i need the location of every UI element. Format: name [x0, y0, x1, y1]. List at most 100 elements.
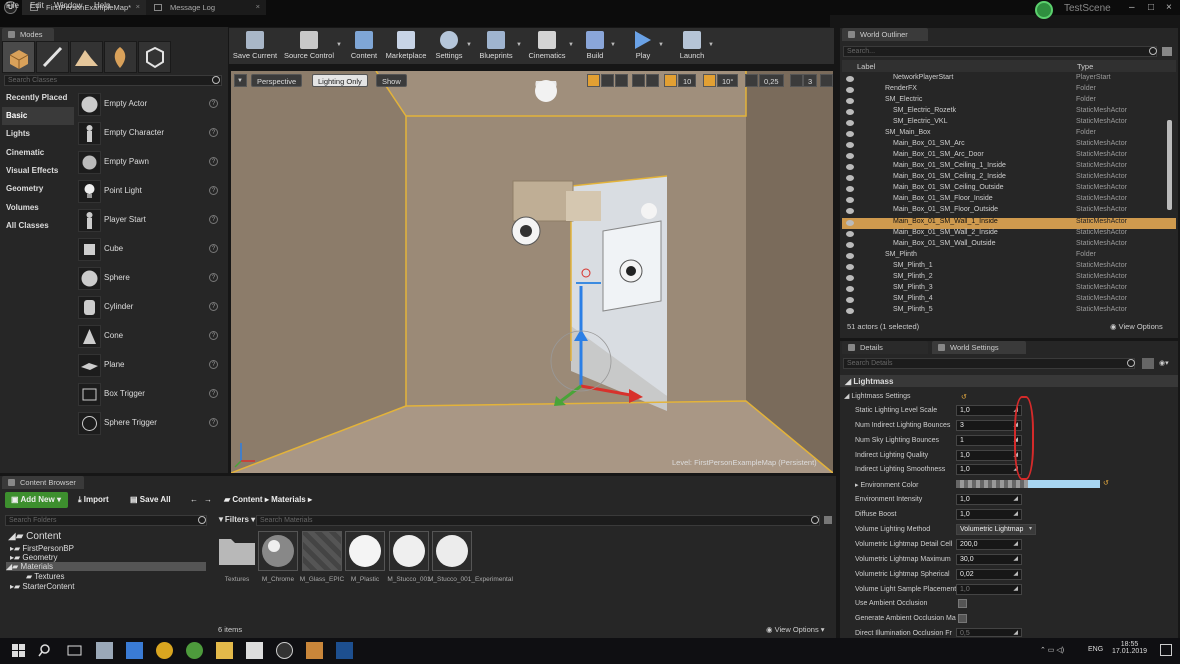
outliner-scrollbar[interactable] [1167, 120, 1172, 210]
volume-light-sample-placement-field[interactable]: 1,0 ◢ [956, 584, 1022, 595]
help-icon[interactable]: ? [209, 389, 218, 398]
eye-icon[interactable] [846, 231, 854, 237]
eye-icon[interactable] [846, 109, 854, 115]
grid-snap-icon[interactable] [664, 74, 677, 87]
static-lighting-level-scale-field[interactable]: 1,0 ◢ [956, 405, 1022, 416]
build-button[interactable]: Build ▼ [580, 28, 616, 64]
notes-app-icon[interactable] [246, 642, 263, 659]
source-control-status-icon[interactable] [1035, 1, 1053, 19]
search-details-input[interactable]: Search Details [843, 358, 1135, 369]
app-icon[interactable] [156, 642, 173, 659]
col-type-header[interactable]: Type [1077, 62, 1093, 71]
calculator-app-icon[interactable] [126, 642, 143, 659]
visibility-options-icon[interactable]: ◉▾ [1159, 359, 1169, 367]
num-indirect-bounces-field[interactable]: 3 ◢ [956, 420, 1022, 431]
outliner-search-input[interactable]: Search... [843, 46, 1157, 57]
help-icon[interactable]: ? [209, 128, 218, 137]
generate-ao-material-checkbox[interactable] [958, 614, 967, 623]
actor-empty-character[interactable]: Empty Character? [76, 119, 222, 148]
outliner-row[interactable]: SM_Electric Folder [842, 96, 1176, 107]
outliner-row[interactable]: SM_Plinth_3 StaticMeshActor [842, 284, 1176, 295]
maximize-viewport-icon[interactable] [820, 74, 833, 87]
grid-snap-value[interactable]: 10 [678, 74, 697, 87]
tree-item-startercontent[interactable]: ▸▰ StarterContent [10, 582, 74, 591]
help-icon[interactable]: ? [209, 186, 218, 195]
help-icon[interactable]: ? [209, 418, 218, 427]
category-lights[interactable]: Lights [2, 125, 74, 143]
save-all-button[interactable]: ▤ Save All [124, 492, 177, 508]
geometry-edit-mode-icon[interactable] [138, 41, 171, 73]
forward-button[interactable]: → [198, 492, 218, 508]
camera-speed-value[interactable]: 3 [803, 74, 818, 87]
filters-button[interactable]: ▼Filters ▾ [217, 515, 255, 524]
outliner-row[interactable]: Main_Box_01_SM_Arc_Door StaticMeshActor [842, 151, 1176, 162]
actor-cube[interactable]: Cube? [76, 235, 222, 264]
category-cinematic[interactable]: Cinematic [2, 144, 74, 162]
chevron-down-icon[interactable]: ▼ [708, 42, 714, 48]
actor-empty-pawn[interactable]: Empty Pawn? [76, 148, 222, 177]
eye-icon[interactable] [846, 153, 854, 159]
show-button[interactable]: Show [376, 74, 407, 87]
volumetric-lightmap-spherical-field[interactable]: 0,02 ◢ [956, 569, 1022, 580]
breadcrumb-materials[interactable]: Materials [271, 495, 306, 504]
help-icon[interactable]: ? [209, 215, 218, 224]
menu-file[interactable]: File [6, 1, 19, 10]
eye-icon[interactable] [846, 308, 854, 314]
outliner-row-selected[interactable]: Main_Box_01_SM_Wall_1_Inside StaticMeshAc… [842, 218, 1176, 229]
eye-icon[interactable] [846, 297, 854, 303]
lighting-only-button[interactable]: Lighting Only [312, 74, 368, 87]
eye-icon[interactable] [846, 87, 854, 93]
outliner-row[interactable]: SM_Plinth_2 StaticMeshActor [842, 273, 1176, 284]
eye-icon[interactable] [846, 253, 854, 259]
asset-m-glass-epic[interactable] [302, 531, 342, 571]
content-view-options[interactable]: ◉ View Options ▾ [766, 625, 825, 634]
eye-icon[interactable] [846, 275, 854, 281]
chevron-down-icon[interactable]: ▼ [466, 42, 472, 48]
col-label-header[interactable]: Label [857, 62, 875, 71]
lightmass-settings-group[interactable]: ◢ Lightmass Settings [844, 392, 911, 400]
foliage-mode-icon[interactable] [104, 41, 137, 73]
level-viewport[interactable] [231, 71, 833, 473]
language-indicator[interactable]: ENG [1088, 646, 1103, 653]
eye-icon[interactable] [846, 164, 854, 170]
marketplace-button[interactable]: Marketplace [384, 28, 428, 64]
category-geometry[interactable]: Geometry [2, 180, 74, 198]
volume-lighting-method-select[interactable]: Volumetric Lightmap ▾ [956, 524, 1036, 535]
eye-icon[interactable] [846, 264, 854, 270]
scale-snap-value[interactable]: 0,25 [759, 74, 784, 87]
actor-cone[interactable]: Cone? [76, 322, 222, 351]
reset-icon[interactable]: ↺ [961, 393, 967, 401]
eye-icon[interactable] [846, 76, 854, 82]
volumetric-lightmap-detail-cell-field[interactable]: 200,0 ◢ [956, 539, 1022, 550]
cinematics-button[interactable]: Cinematics ▼ [526, 28, 574, 64]
category-volumes[interactable]: Volumes [2, 199, 74, 217]
tree-item-textures[interactable]: ▰ Textures [26, 572, 64, 581]
eye-icon[interactable] [846, 220, 854, 226]
outliner-row[interactable]: Main_Box_01_SM_Ceiling_Outside StaticMesh… [842, 184, 1176, 195]
outliner-row[interactable]: NetworkPlayerStart PlayerStart [842, 74, 1176, 85]
actor-empty-actor[interactable]: Empty Actor? [76, 90, 222, 119]
outliner-row[interactable]: SM_Plinth_4 StaticMeshActor [842, 295, 1176, 306]
scale-snap-icon[interactable] [745, 74, 758, 87]
save-current-button[interactable]: Save Current [232, 28, 278, 64]
close-icon[interactable]: × [256, 2, 260, 11]
num-sky-bounces-field[interactable]: 1 ◢ [956, 435, 1022, 446]
chevron-down-icon[interactable]: ▼ [610, 42, 616, 48]
outliner-row[interactable]: SM_Plinth_5 StaticMeshActor [842, 306, 1176, 317]
volumetric-lightmap-maximum-field[interactable]: 30,0 ◢ [956, 554, 1022, 565]
reset-icon[interactable]: ↺ [1103, 479, 1109, 487]
chevron-down-icon[interactable]: ▼ [336, 42, 342, 48]
environment-color-alpha[interactable] [956, 480, 1028, 488]
camera-speed-icon[interactable] [790, 74, 803, 87]
eye-icon[interactable] [846, 197, 854, 203]
outliner-view-options[interactable]: ◉ View Options [1110, 322, 1163, 331]
world-local-icon[interactable] [632, 74, 645, 87]
tree-item-content[interactable]: ◢▰ Content [8, 531, 61, 542]
environment-intensity-field[interactable]: 1,0 ◢ [956, 494, 1022, 505]
actor-point-light[interactable]: Point Light? [76, 177, 222, 206]
search-icon[interactable] [37, 642, 54, 659]
property-matrix-icon[interactable] [1142, 358, 1154, 369]
actor-sphere-trigger[interactable]: Sphere Trigger? [76, 409, 222, 438]
indirect-lighting-quality-field[interactable]: 1,0 ◢ [956, 450, 1022, 461]
help-icon[interactable]: ? [209, 157, 218, 166]
